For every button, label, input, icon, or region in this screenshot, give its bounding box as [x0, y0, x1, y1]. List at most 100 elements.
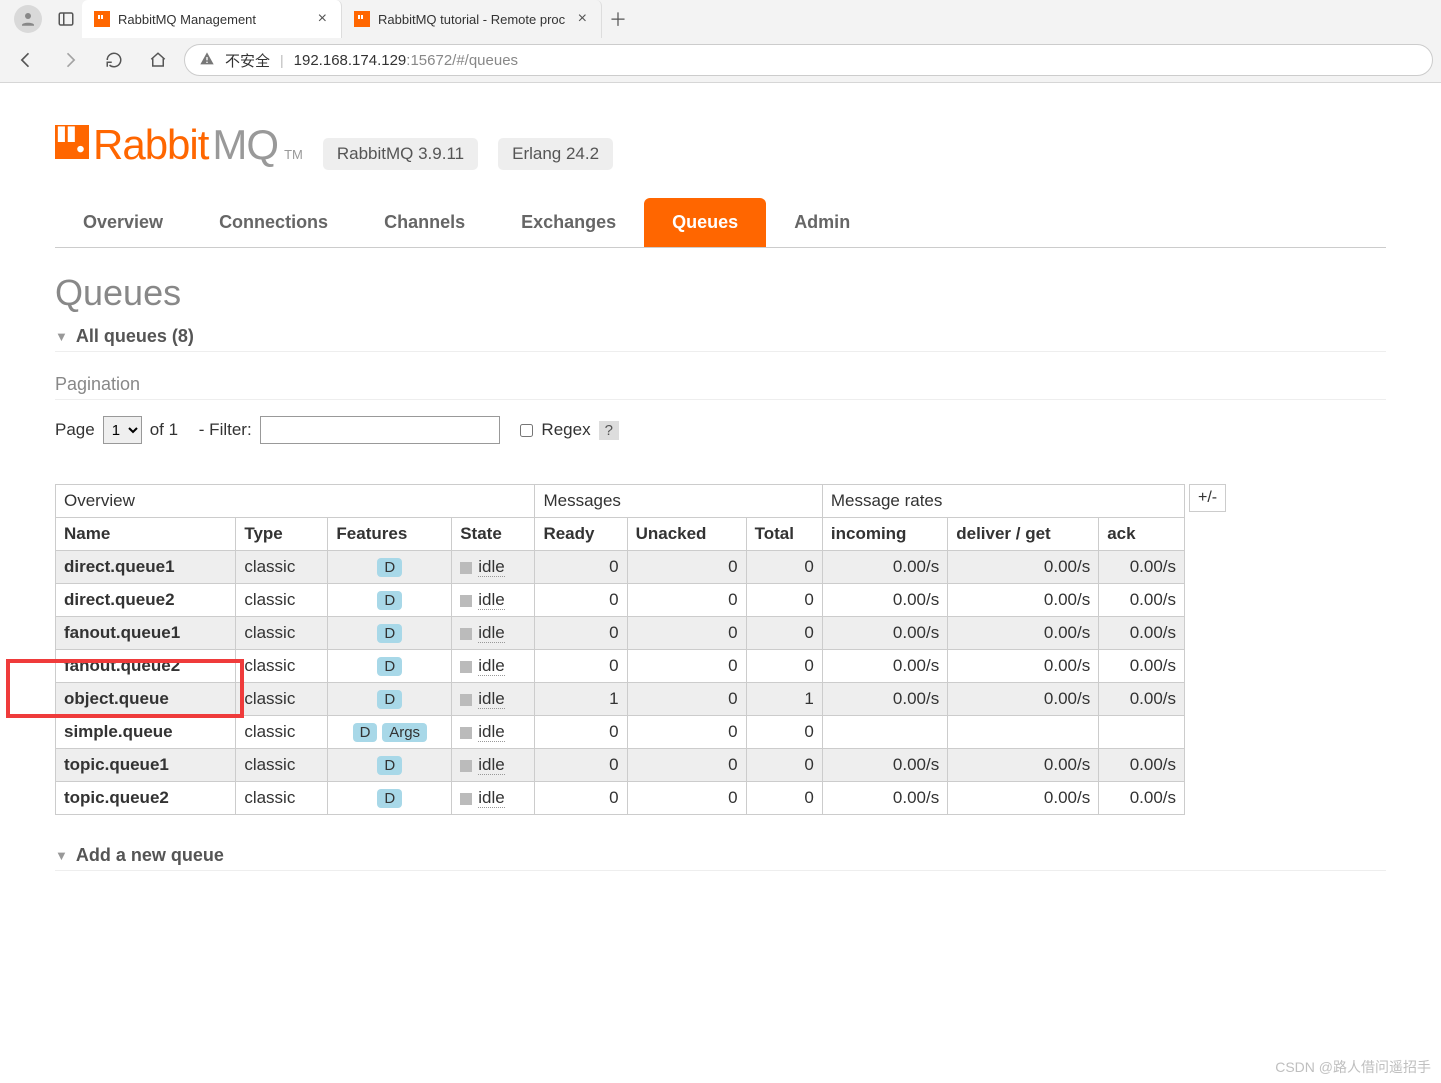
tab-title: RabbitMQ Management — [118, 12, 308, 27]
queue-ack: 0.00/s — [1099, 782, 1185, 815]
browser-chrome: RabbitMQ Management × RabbitMQ tutorial … — [0, 0, 1441, 83]
queue-state: idle — [452, 551, 535, 584]
col-state[interactable]: State — [452, 518, 535, 551]
queue-name-link[interactable]: topic.queue2 — [64, 788, 169, 807]
queue-name-link[interactable]: direct.queue1 — [64, 557, 175, 576]
col-group-rates: Message rates — [822, 485, 1184, 518]
queue-deliver: 0.00/s — [948, 683, 1099, 716]
queue-total: 0 — [746, 782, 822, 815]
watermark: CSDN @路人借问遥招手 — [1275, 1057, 1431, 1077]
queue-state: idle — [452, 716, 535, 749]
feature-badge: D — [377, 756, 402, 775]
queue-ready: 0 — [535, 749, 627, 782]
col-unacked[interactable]: Unacked — [627, 518, 746, 551]
queue-total: 0 — [746, 749, 822, 782]
forward-button[interactable] — [52, 42, 88, 78]
queue-type: classic — [236, 683, 328, 716]
home-button[interactable] — [140, 42, 176, 78]
queue-type: classic — [236, 551, 328, 584]
feature-badge: D — [377, 690, 402, 709]
queue-ack: 0.00/s — [1099, 749, 1185, 782]
queue-ack: 0.00/s — [1099, 650, 1185, 683]
browser-tab[interactable]: RabbitMQ Management × — [82, 0, 342, 38]
queue-state: idle — [452, 584, 535, 617]
logo-icon — [55, 125, 89, 159]
regex-label: Regex — [541, 420, 590, 440]
queue-state: idle — [452, 782, 535, 815]
close-icon[interactable]: × — [576, 10, 589, 28]
regex-checkbox[interactable] — [520, 424, 533, 437]
queue-name-link[interactable]: fanout.queue2 — [64, 656, 180, 675]
erlang-version-badge: Erlang 24.2 — [498, 138, 613, 170]
table-row: direct.queue1 classic D idle 0 0 0 0.00/… — [56, 551, 1185, 584]
table-row: fanout.queue1 classic D idle 0 0 0 0.00/… — [56, 617, 1185, 650]
regex-help[interactable]: ? — [599, 421, 619, 440]
queue-name-link[interactable]: simple.queue — [64, 722, 173, 741]
pagination-label: Pagination — [55, 374, 1386, 400]
insecure-icon — [199, 51, 215, 70]
queue-state: idle — [452, 650, 535, 683]
queue-type: classic — [236, 650, 328, 683]
queue-unacked: 0 — [627, 782, 746, 815]
queue-incoming: 0.00/s — [822, 551, 947, 584]
profile-avatar[interactable] — [14, 5, 42, 33]
col-deliver[interactable]: deliver / get — [948, 518, 1099, 551]
table-row: object.queue classic D idle 1 0 1 0.00/s… — [56, 683, 1185, 716]
collapse-icon: ▼ — [55, 329, 68, 344]
tab-channels[interactable]: Channels — [356, 198, 493, 247]
table-row: topic.queue2 classic D idle 0 0 0 0.00/s… — [56, 782, 1185, 815]
col-name[interactable]: Name — [56, 518, 236, 551]
queue-ready: 0 — [535, 584, 627, 617]
queue-name-link[interactable]: direct.queue2 — [64, 590, 175, 609]
queue-name-link[interactable]: topic.queue1 — [64, 755, 169, 774]
queue-incoming: 0.00/s — [822, 650, 947, 683]
queue-name-link[interactable]: fanout.queue1 — [64, 623, 180, 642]
reload-button[interactable] — [96, 42, 132, 78]
queue-deliver: 0.00/s — [948, 650, 1099, 683]
queue-features: D — [328, 650, 452, 683]
feature-badge: Args — [382, 723, 427, 742]
browser-tab[interactable]: RabbitMQ tutorial - Remote proc × — [342, 0, 602, 38]
of-label: of 1 — [150, 420, 178, 440]
page-label: Page — [55, 420, 95, 440]
tab-admin[interactable]: Admin — [766, 198, 878, 247]
col-type[interactable]: Type — [236, 518, 328, 551]
tab-overview[interactable]: Overview — [55, 198, 191, 247]
back-button[interactable] — [8, 42, 44, 78]
all-queues-header[interactable]: ▼ All queues (8) — [55, 322, 1386, 352]
queue-name-link[interactable]: object.queue — [64, 689, 169, 708]
address-bar[interactable]: 不安全 | 192.168.174.129:15672/#/queues — [184, 44, 1433, 76]
col-incoming[interactable]: incoming — [822, 518, 947, 551]
col-ready[interactable]: Ready — [535, 518, 627, 551]
pager-row: Page 1 of 1 - Filter: Regex ? — [55, 416, 1386, 444]
queue-features: D — [328, 749, 452, 782]
filter-input[interactable] — [260, 416, 500, 444]
new-tab-button[interactable]: ＋ — [602, 6, 634, 32]
table-row: topic.queue1 classic D idle 0 0 0 0.00/s… — [56, 749, 1185, 782]
queue-incoming: 0.00/s — [822, 782, 947, 815]
table-row: simple.queue classic D Args idle 0 0 0 — [56, 716, 1185, 749]
col-features: Features — [328, 518, 452, 551]
queue-features: D — [328, 617, 452, 650]
queue-ack — [1099, 716, 1185, 749]
close-icon[interactable]: × — [316, 10, 329, 28]
page-select[interactable]: 1 — [103, 416, 142, 444]
rabbitmq-logo: RabbitMQTM — [55, 121, 303, 169]
queue-total: 0 — [746, 551, 822, 584]
queues-table: Overview Messages Message rates Name Typ… — [55, 484, 1185, 815]
page-title: Queues — [55, 272, 1386, 314]
queue-total: 0 — [746, 650, 822, 683]
tab-queues[interactable]: Queues — [644, 198, 766, 247]
sidebar-toggle-icon[interactable] — [50, 3, 82, 35]
col-ack[interactable]: ack — [1099, 518, 1185, 551]
queue-type: classic — [236, 584, 328, 617]
queue-ready: 0 — [535, 782, 627, 815]
page-content: RabbitMQTM RabbitMQ 3.9.11 Erlang 24.2 O… — [0, 83, 1441, 919]
tab-exchanges[interactable]: Exchanges — [493, 198, 644, 247]
tab-connections[interactable]: Connections — [191, 198, 356, 247]
col-total[interactable]: Total — [746, 518, 822, 551]
add-new-queue-header[interactable]: ▼ Add a new queue — [55, 841, 1386, 871]
queue-total: 0 — [746, 716, 822, 749]
toggle-columns-button[interactable]: +/- — [1189, 484, 1226, 512]
queue-ready: 0 — [535, 716, 627, 749]
